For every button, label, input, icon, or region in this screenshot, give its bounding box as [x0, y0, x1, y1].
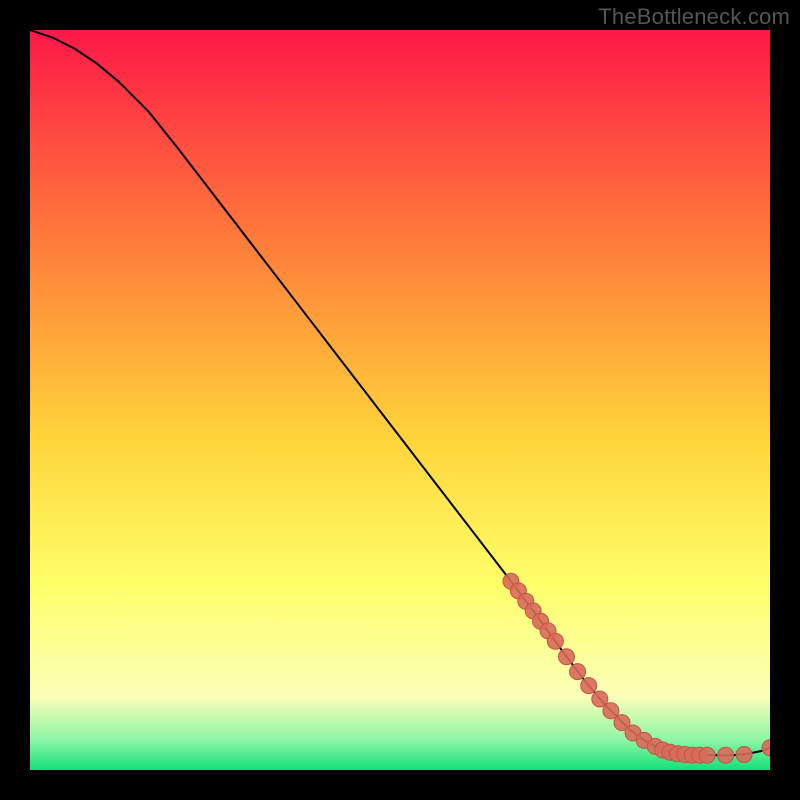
watermark-text: TheBottleneck.com — [598, 4, 790, 30]
chart-svg — [30, 30, 770, 770]
chart-plot-area — [30, 30, 770, 770]
data-marker — [699, 747, 715, 763]
data-marker — [718, 747, 734, 763]
data-marker — [570, 664, 586, 680]
data-marker — [547, 633, 563, 649]
data-marker — [581, 678, 597, 694]
data-marker — [736, 746, 752, 762]
chart-background — [30, 30, 770, 770]
data-marker — [559, 649, 575, 665]
chart-frame: TheBottleneck.com — [0, 0, 800, 800]
